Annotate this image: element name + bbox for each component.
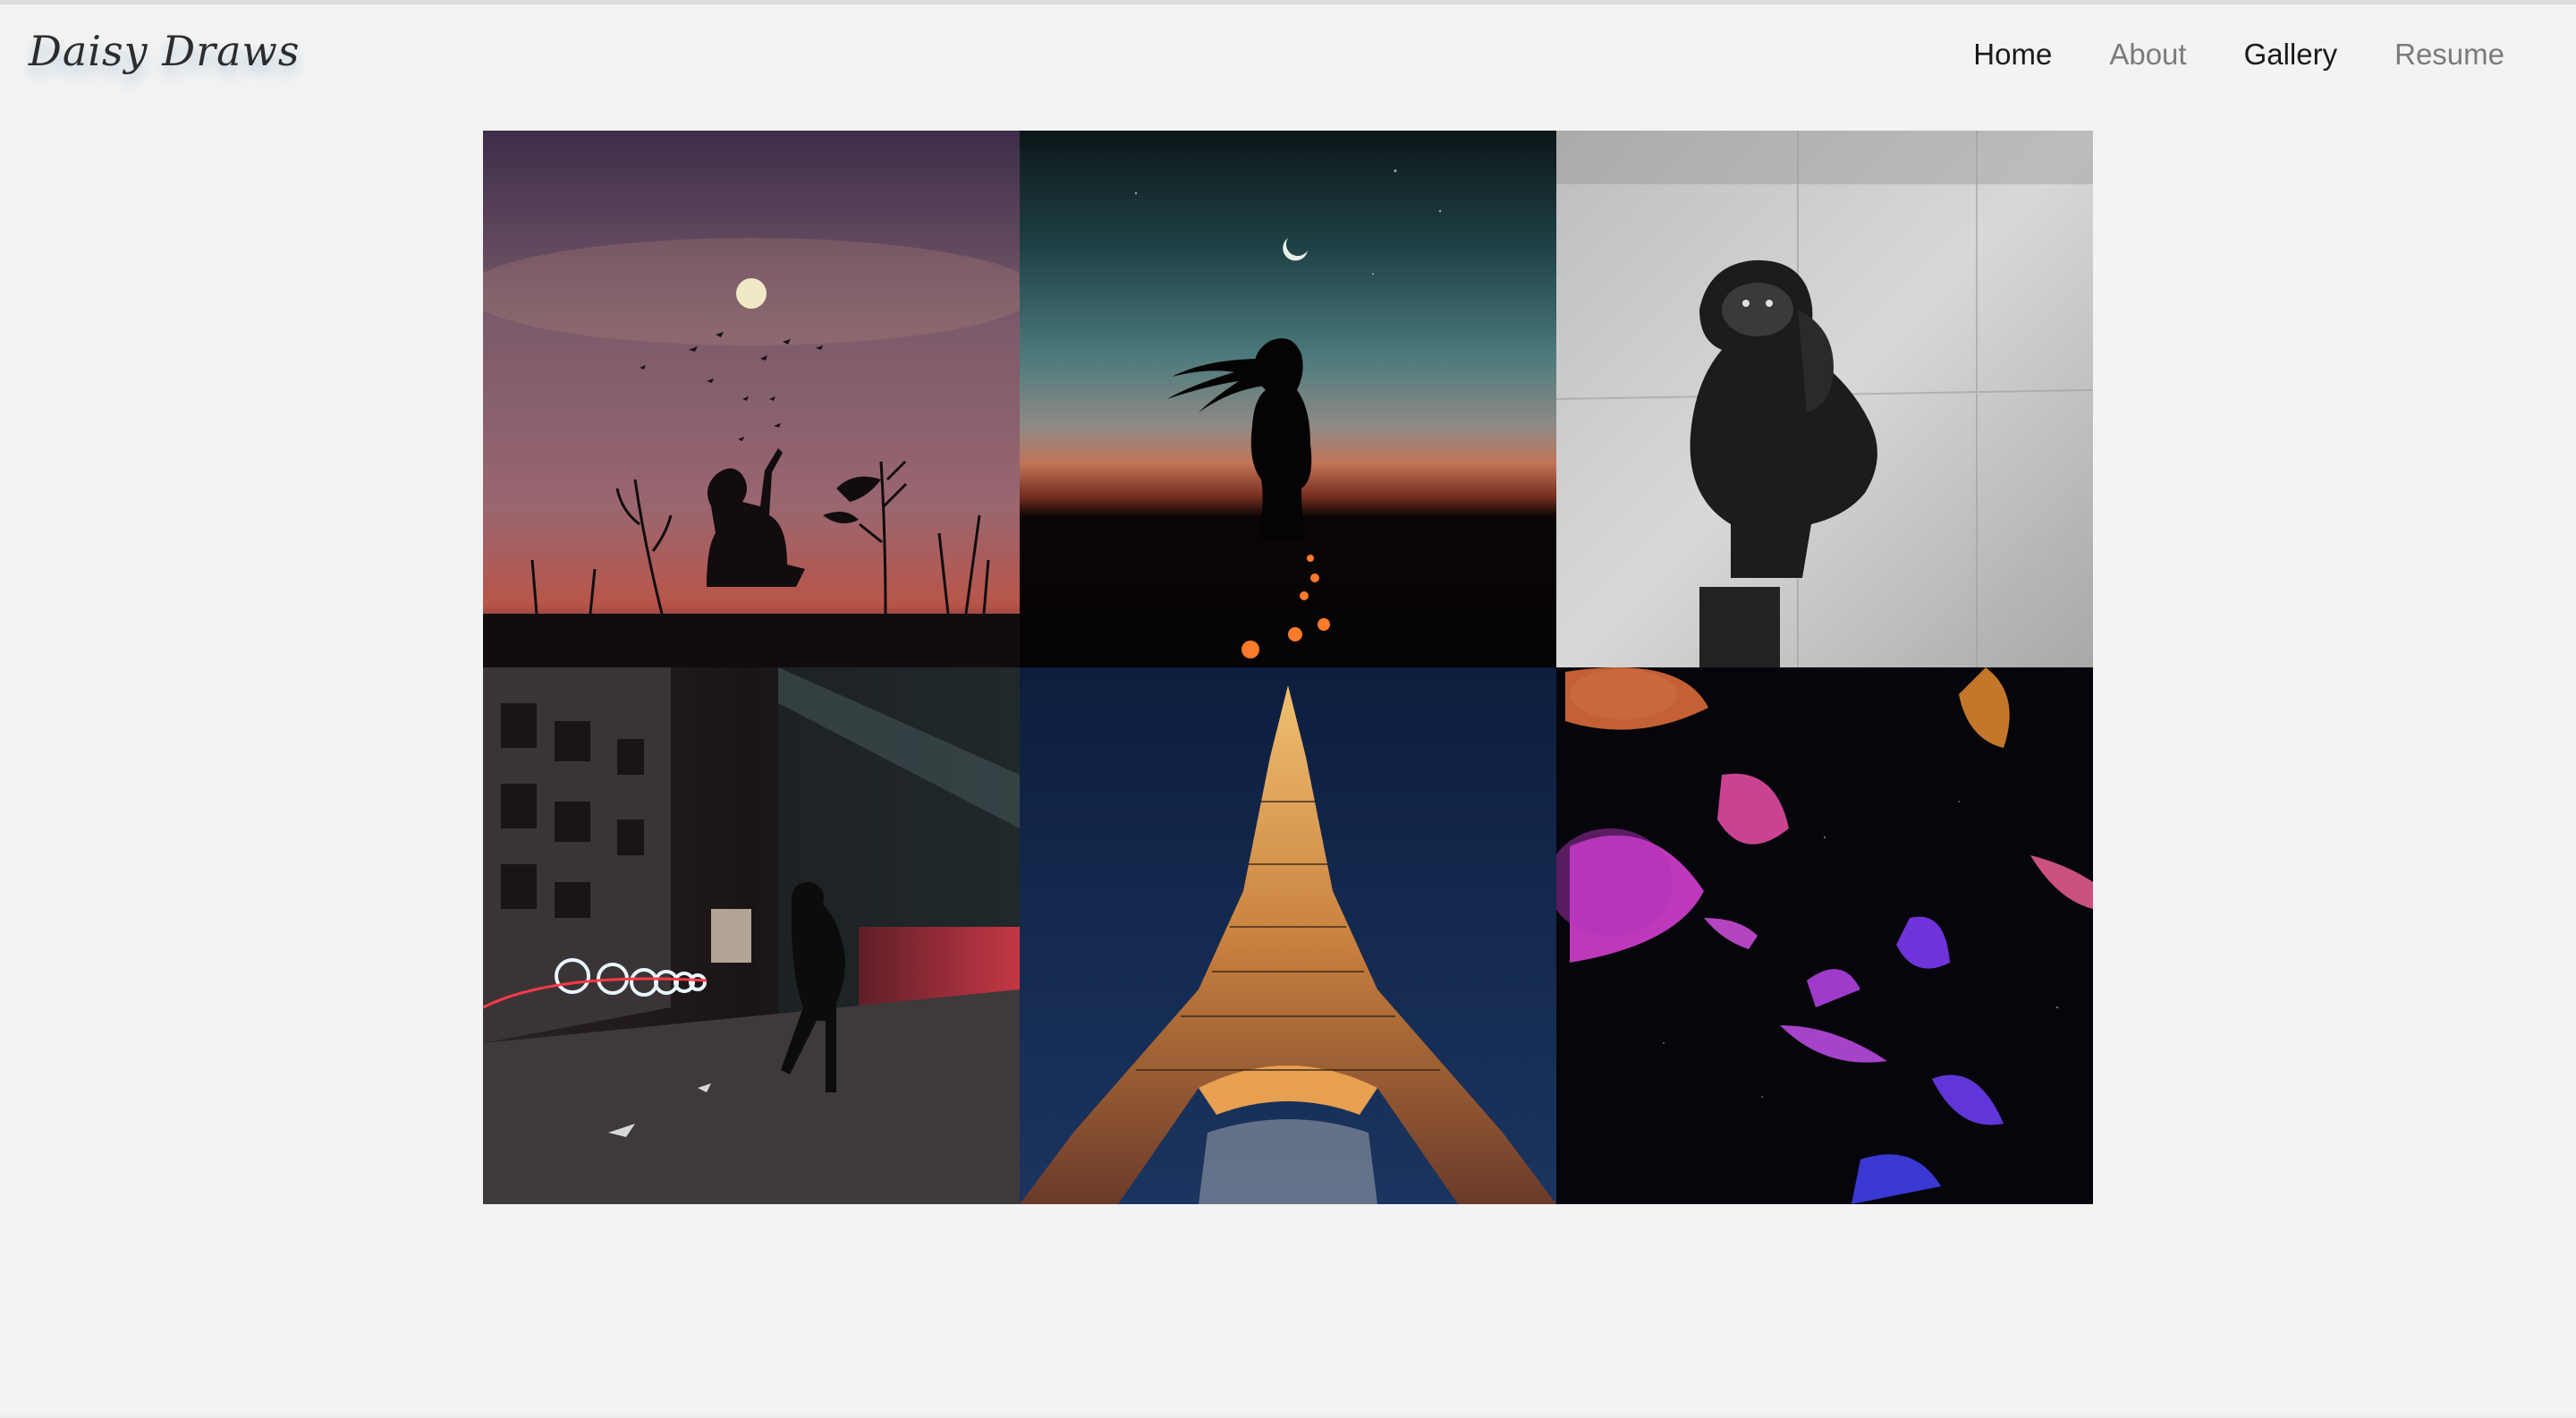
- photo-image: [1556, 131, 2093, 667]
- photo-gallery: [483, 131, 2093, 1204]
- top-border: [0, 0, 2576, 4]
- nav-home[interactable]: Home: [1973, 38, 2052, 72]
- nav-about[interactable]: About: [2109, 38, 2186, 72]
- gallery-photo-light-trails[interactable]: [483, 667, 1020, 1204]
- photo-image: [1020, 667, 1556, 1204]
- photo-image: [1556, 667, 2093, 1204]
- photo-image: [483, 131, 1020, 667]
- main-nav: Home About Gallery Resume: [1973, 38, 2504, 72]
- gallery-photo-woman-silhouette[interactable]: [1020, 131, 1556, 667]
- brand-logo[interactable]: Daisy Draws: [29, 27, 301, 75]
- nav-gallery[interactable]: Gallery: [2244, 38, 2338, 72]
- gallery-photo-eiffel-tower[interactable]: [1020, 667, 1556, 1204]
- nav-resume[interactable]: Resume: [2394, 38, 2504, 72]
- gallery-photo-chimpanzee[interactable]: [1556, 131, 2093, 667]
- photo-image: [483, 667, 1020, 1204]
- photo-image: [1020, 131, 1556, 667]
- gallery-photo-jellyfish[interactable]: [1556, 667, 2093, 1204]
- gallery-photo-child-silhouette[interactable]: [483, 131, 1020, 667]
